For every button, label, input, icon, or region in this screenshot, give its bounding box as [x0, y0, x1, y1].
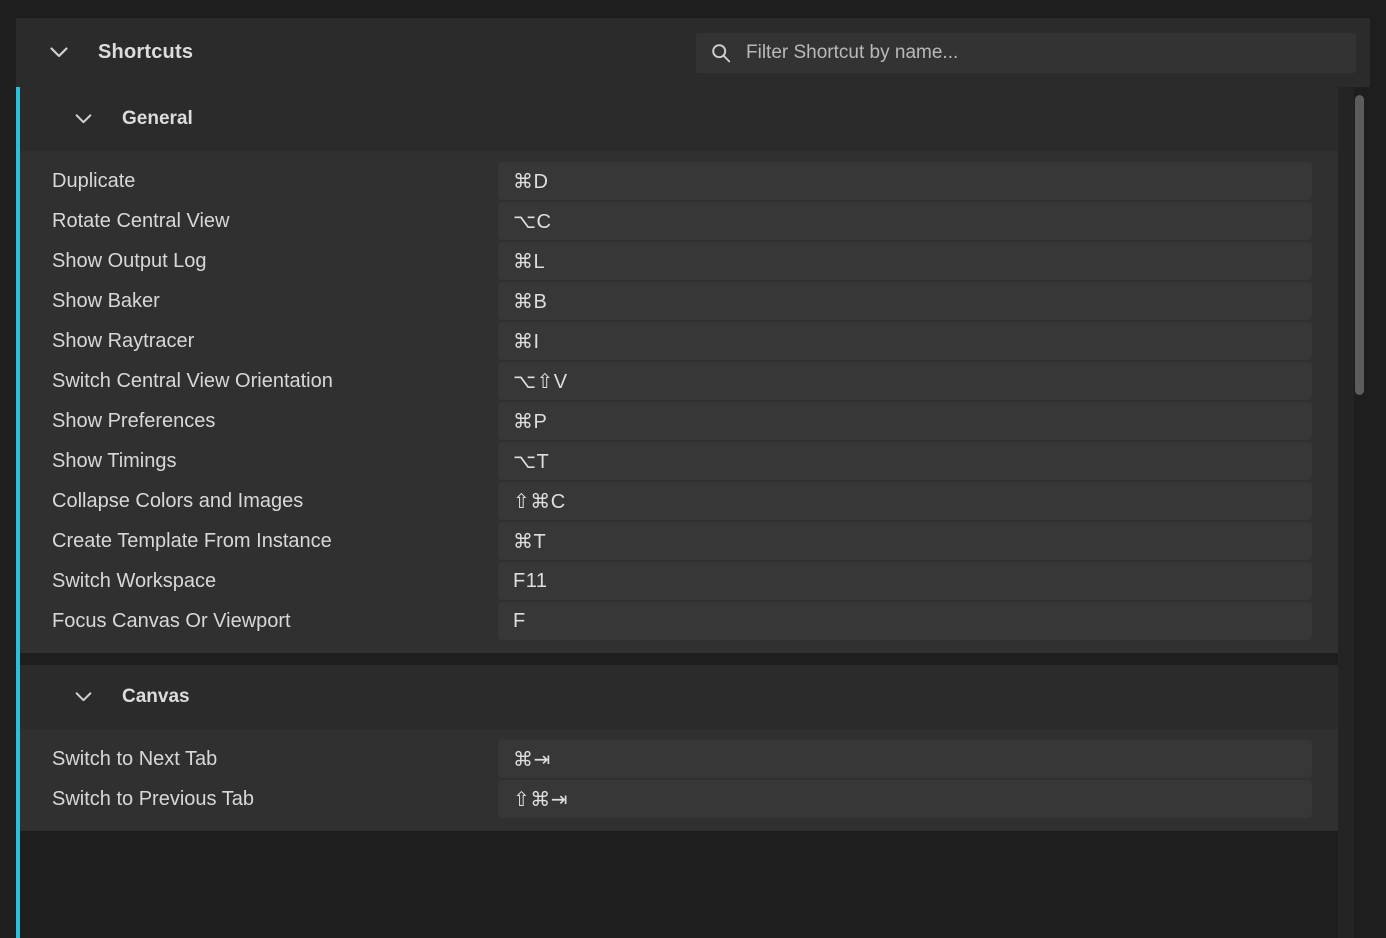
group-header-general[interactable]: General [20, 87, 1344, 151]
shortcut-key-value: F [513, 609, 526, 632]
shortcut-action-label: Rotate Central View [52, 209, 230, 232]
shortcut-action-label: Switch Central View Orientation [52, 369, 333, 392]
shortcut-key-field[interactable]: ⇧⌘C [498, 482, 1312, 520]
search-icon [710, 42, 732, 64]
shortcut-action-label: Create Template From Instance [52, 529, 332, 552]
shortcut-row[interactable]: Show Preferences ⌘P [20, 401, 1344, 441]
shortcut-key-field[interactable]: F [498, 602, 1312, 640]
shortcut-key-field[interactable]: ⌘D [498, 162, 1312, 200]
group-body-canvas: Switch to Next Tab ⌘⇥ Switch to Previous T… [20, 729, 1344, 831]
shortcut-row[interactable]: Duplicate ⌘D [20, 161, 1344, 201]
shortcut-key-field[interactable]: ⌥C [498, 202, 1312, 240]
shortcut-action-label: Switch Workspace [52, 569, 217, 592]
shortcut-key-value: ⇧⌘⇥ [513, 788, 569, 811]
shortcut-key-field[interactable]: ⌥⇧V [498, 362, 1312, 400]
shortcut-key-value: ⇧⌘C [513, 490, 566, 513]
shortcut-row[interactable]: Show Timings ⌥T [20, 441, 1344, 481]
shortcut-key-value: ⌥T [513, 450, 550, 473]
shortcut-row[interactable]: Create Template From Instance ⌘T [20, 521, 1344, 561]
chevron-down-icon[interactable] [66, 102, 100, 136]
selection-accent-bar [16, 87, 20, 938]
shortcuts-scroll-area: General Duplicate ⌘D Rotate Central View ⌥C S… [16, 87, 1370, 938]
shortcut-key-value: ⌘L [513, 250, 546, 273]
shortcut-filter[interactable] [696, 33, 1356, 73]
group-title: General [122, 108, 193, 129]
shortcut-row[interactable]: Focus Canvas Or Viewport F [20, 601, 1344, 641]
shortcut-action-label: Switch to Previous Tab [52, 787, 254, 810]
shortcut-key-field[interactable]: ⌘B [498, 282, 1312, 320]
shortcut-action-label: Duplicate [52, 169, 136, 192]
shortcut-key-value: ⌘I [513, 330, 540, 353]
search-input[interactable] [746, 33, 1356, 73]
chevron-down-icon[interactable] [42, 36, 76, 70]
page-title: Shortcuts [98, 41, 194, 63]
shortcut-key-field[interactable]: ⌘I [498, 322, 1312, 360]
scrollbar-thumb[interactable] [1355, 95, 1364, 395]
scrollbar-track[interactable] [1338, 87, 1354, 938]
shortcut-key-value: ⌘⇥ [513, 748, 551, 771]
shortcut-row[interactable]: Switch Workspace F11 [20, 561, 1344, 601]
shortcut-key-value: ⌘D [513, 170, 549, 193]
chevron-down-icon[interactable] [66, 680, 100, 714]
group-title: Canvas [122, 686, 190, 707]
shortcut-key-field[interactable]: ⌘L [498, 242, 1312, 280]
shortcut-action-label: Show Timings [52, 449, 177, 472]
shortcut-key-field[interactable]: ⌘T [498, 522, 1312, 560]
shortcut-row[interactable]: Show Baker ⌘B [20, 281, 1344, 321]
shortcut-key-value: ⌥⇧V [513, 370, 568, 393]
shortcut-action-label: Show Baker [52, 289, 160, 312]
shortcut-key-value: F11 [513, 569, 548, 592]
group-separator [20, 653, 1370, 665]
shortcut-row[interactable]: Rotate Central View ⌥C [20, 201, 1344, 241]
shortcut-key-value: ⌥C [513, 210, 552, 233]
group-header-canvas[interactable]: Canvas [20, 665, 1344, 729]
shortcut-action-label: Collapse Colors and Images [52, 489, 304, 512]
group-body-general: Duplicate ⌘D Rotate Central View ⌥C Show Out… [20, 151, 1344, 653]
shortcuts-groups: General Duplicate ⌘D Rotate Central View ⌥C S… [20, 87, 1370, 831]
shortcuts-panel: Shortcuts General Duplicate ⌘D Rotate Centr… [0, 0, 1386, 938]
shortcut-row[interactable]: Show Output Log ⌘L [20, 241, 1344, 281]
shortcut-action-label: Show Preferences [52, 409, 216, 432]
shortcut-key-field[interactable]: F11 [498, 562, 1312, 600]
shortcut-row[interactable]: Switch to Previous Tab ⇧⌘⇥ [20, 779, 1344, 819]
shortcut-action-label: Show Output Log [52, 249, 207, 272]
shortcut-action-label: Switch to Next Tab [52, 747, 218, 770]
shortcut-row[interactable]: Switch Central View Orientation ⌥⇧V [20, 361, 1344, 401]
shortcut-action-label: Focus Canvas Or Viewport [52, 609, 291, 632]
shortcut-action-label: Show Raytracer [52, 329, 195, 352]
shortcut-row[interactable]: Show Raytracer ⌘I [20, 321, 1344, 361]
shortcut-key-value: ⌘T [513, 530, 547, 553]
shortcut-key-field[interactable]: ⌘P [498, 402, 1312, 440]
shortcut-row[interactable]: Switch to Next Tab ⌘⇥ [20, 739, 1344, 779]
shortcut-key-field[interactable]: ⇧⌘⇥ [498, 780, 1312, 818]
shortcut-key-field[interactable]: ⌘⇥ [498, 740, 1312, 778]
shortcut-key-value: ⌘B [513, 290, 548, 313]
shortcut-key-value: ⌘P [513, 410, 548, 433]
shortcut-key-field[interactable]: ⌥T [498, 442, 1312, 480]
shortcut-row[interactable]: Collapse Colors and Images ⇧⌘C [20, 481, 1344, 521]
